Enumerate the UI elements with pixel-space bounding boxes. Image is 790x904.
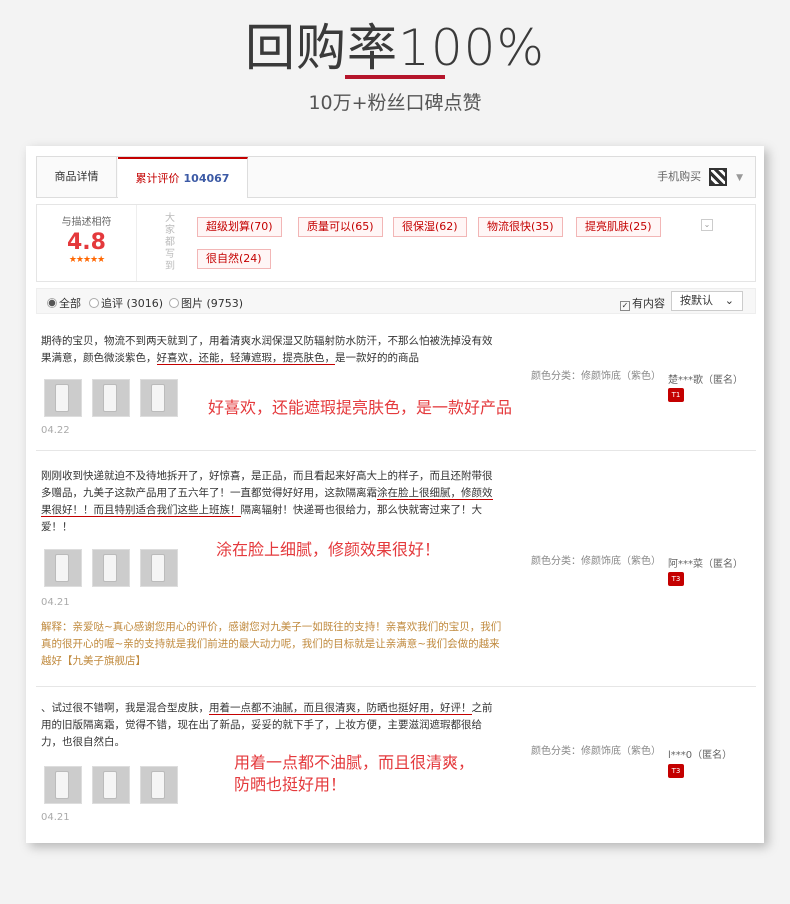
review-images [44, 379, 188, 421]
review-image[interactable] [92, 766, 130, 804]
tag-item[interactable]: 提亮肌肤(25) [576, 217, 661, 237]
mobile-buy-link[interactable]: 手机购买 ▼ [657, 157, 743, 197]
tags-heading: 大家都写到 [165, 213, 175, 272]
review-text-underlined: 好喜欢，还能，轻薄遮瑕，提亮肤色， [156, 352, 335, 365]
tag-item[interactable]: 很保湿(62) [393, 217, 467, 237]
divider [36, 686, 756, 687]
score-value: 4.8 [67, 230, 106, 255]
review-text-underlined: 用着一点都不油腻，而且很清爽，防晒也挺好用，好评！ [209, 702, 472, 715]
score-label: 与描述相符 [61, 217, 112, 228]
review-image[interactable] [44, 766, 82, 804]
review-author: l***0（匿名） [668, 750, 733, 761]
expand-tags-icon[interactable]: ⌄ [701, 219, 713, 231]
filter-all[interactable]: 全部 [47, 295, 81, 311]
review-card: 商品详情 累计评价 104067 手机购买 ▼ 与描述相符 4.8 ★★★★★ 大… [26, 146, 764, 843]
review-text-part: 、试过很不错啊，我是混合型皮肤， [41, 702, 209, 714]
member-badge: T1 [668, 388, 684, 402]
tab-bar: 商品详情 累计评价 104067 手机购买 ▼ [36, 156, 756, 198]
member-badge: T3 [668, 572, 684, 586]
review-highlight: 用着一点都不油腻，而且很清爽， 防晒也挺好用！ [234, 753, 475, 794]
hero-title: 回购率100% [245, 19, 545, 77]
review-count: 104067 [183, 172, 230, 185]
tag-item[interactable]: 质量可以(65) [298, 217, 383, 237]
qr-code-icon [708, 168, 727, 186]
filter-images-label: 图片 (9753) [181, 297, 244, 310]
seller-reply: 解释：亲爱哒~真心感谢您用心的评价，感谢您对九美子一如既往的支持！亲喜欢我们的宝… [41, 621, 502, 667]
chevron-down-icon: ⌄ [724, 294, 734, 307]
review-images [44, 549, 188, 591]
review-text: 、试过很不错啊，我是混合型皮肤，用着一点都不油腻，而且很清爽，防晒也挺好用，好评… [41, 700, 496, 751]
review-text: 期待的宝贝，物流不到两天就到了，用着清爽水润保湿又防辐射防水防汗，不那么怕被洗掉… [41, 333, 496, 367]
rating-summary: 与描述相符 4.8 ★★★★★ 大家都写到 超级划算(70) 质量可以(65) … [36, 204, 756, 282]
review-highlight: 好喜欢，还能遮瑕提亮肤色，是一款好产品 [208, 398, 513, 417]
tag-item[interactable]: 超级划算(70) [197, 217, 282, 237]
review-text-part: 是一款好的的商品 [335, 352, 419, 364]
filter-followup[interactable]: 追评 (3016) [89, 295, 163, 311]
review-date: 04.22 [41, 425, 70, 436]
review-filter-bar: 全部 追评 (3016) 图片 (9753) ✓ 有内容 按默认 ⌄ [36, 288, 756, 314]
hero-subtitle: 10万+粉丝口碑点赞 [308, 92, 482, 114]
star-rating: ★★★★★ [68, 255, 105, 265]
review-image[interactable] [140, 379, 178, 417]
filter-followup-label: 追评 (3016) [101, 297, 164, 310]
review-image[interactable] [92, 549, 130, 587]
review-variant: 颜色分类：修颜饰底（紫色） [531, 746, 661, 757]
divider [36, 450, 756, 451]
mobile-buy-label: 手机购买 [657, 170, 702, 183]
caret-down-icon: ▼ [736, 173, 743, 183]
radio-icon [169, 298, 179, 308]
review-images [44, 766, 188, 808]
tab-product-details[interactable]: 商品详情 [37, 157, 117, 197]
has-content-label: 有内容 [632, 297, 665, 310]
hero-underline [345, 75, 445, 79]
review-image[interactable] [44, 549, 82, 587]
review-date: 04.21 [41, 597, 70, 608]
tab-reviews[interactable]: 累计评价 104067 [118, 157, 248, 198]
review-image[interactable] [44, 379, 82, 417]
radio-selected-icon [47, 298, 57, 308]
review-variant: 颜色分类：修颜饰底（紫色） [531, 371, 661, 382]
tab-reviews-label: 累计评价 [135, 172, 180, 185]
has-content-checkbox[interactable]: ✓ 有内容 [620, 295, 665, 311]
review-highlight: 涂在脸上细腻，修颜效果很好！ [216, 540, 441, 559]
review-author: 阿***菜（匿名） [668, 559, 743, 570]
tag-item[interactable]: 很自然(24) [197, 249, 271, 269]
review-author: 楚***歌（匿名） [668, 375, 743, 386]
review-date: 04.21 [41, 812, 70, 823]
filter-all-label: 全部 [59, 297, 81, 310]
review-text: 刚刚收到快递就迫不及待地拆开了，好惊喜，是正品，而且看起来好高大上的样子，而且还… [41, 468, 496, 536]
sort-label: 按默认 [680, 294, 713, 307]
review-image[interactable] [140, 549, 178, 587]
checkbox-checked-icon: ✓ [620, 301, 630, 311]
member-badge: T3 [668, 764, 684, 778]
radio-icon [89, 298, 99, 308]
tag-item[interactable]: 物流很快(35) [478, 217, 563, 237]
sort-dropdown[interactable]: 按默认 ⌄ [671, 291, 743, 311]
review-variant: 颜色分类：修颜饰底（紫色） [531, 556, 661, 567]
filter-images[interactable]: 图片 (9753) [169, 295, 243, 311]
score-box: 与描述相符 4.8 ★★★★★ [37, 205, 137, 281]
review-image[interactable] [140, 766, 178, 804]
review-image[interactable] [92, 379, 130, 417]
